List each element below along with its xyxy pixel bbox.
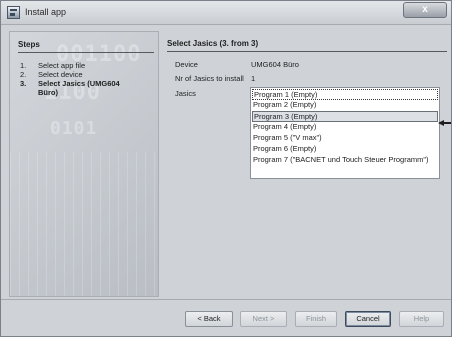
jasics-label: Jasics: [175, 89, 196, 98]
step-label: Select Jasics (UMG604: [38, 79, 120, 88]
title-bar[interactable]: Install app x: [1, 1, 451, 25]
step-label-continued: Büro): [38, 88, 58, 97]
page-title: Select Jasics (3. from 3): [167, 39, 259, 48]
list-item-program-5[interactable]: Program 5 ("V max"): [252, 133, 438, 144]
cancel-button[interactable]: Cancel: [345, 311, 391, 327]
footer-divider: [1, 299, 451, 300]
content-panel: Select Jasics (3. from 3) Device UMG604 …: [161, 31, 449, 297]
list-item-program-4[interactable]: Program 4 (Empty): [252, 122, 438, 133]
window-title: Install app: [25, 7, 67, 17]
jasics-listbox[interactable]: Program 1 (Empty) Program 2 (Empty) Prog…: [250, 87, 440, 179]
install-app-dialog: Install app x 001100 1100 0101 Steps 1. …: [0, 0, 452, 337]
jasics-count-value: 1: [251, 74, 256, 83]
step-number: 2.: [20, 70, 27, 79]
device-label: Device: [175, 60, 198, 69]
title-divider: [167, 51, 447, 52]
watermark-binary: 0101: [50, 118, 98, 139]
next-button[interactable]: Next >: [240, 311, 287, 327]
step-label: Select device: [38, 70, 83, 79]
help-button[interactable]: Help: [399, 311, 444, 327]
jasics-count-label: Nr of Jasics to install: [175, 74, 244, 83]
decorative-stripes: [10, 152, 158, 296]
step-number: 1.: [20, 61, 27, 70]
back-button[interactable]: < Back: [185, 311, 233, 327]
steps-heading: Steps: [18, 40, 40, 49]
app-icon: [7, 6, 20, 19]
arrow-pointer-line: [443, 122, 451, 124]
step-label: Select app file: [38, 61, 86, 70]
list-item-program-2[interactable]: Program 2 (Empty): [252, 100, 438, 111]
list-item-program-3[interactable]: Program 3 (Empty): [252, 111, 438, 122]
close-button[interactable]: x: [403, 2, 447, 18]
list-item-program-1[interactable]: Program 1 (Empty): [252, 89, 438, 100]
step-number: 3.: [20, 79, 27, 88]
steps-divider: [18, 52, 154, 53]
list-item-program-7[interactable]: Program 7 ("BACNET und Touch Steuer Prog…: [252, 155, 438, 166]
steps-panel: 001100 1100 0101 Steps 1. Select app fil…: [9, 31, 159, 297]
finish-button[interactable]: Finish: [295, 311, 337, 327]
list-item-program-6[interactable]: Program 6 (Empty): [252, 144, 438, 155]
device-value: UMG604 Büro: [251, 60, 299, 69]
